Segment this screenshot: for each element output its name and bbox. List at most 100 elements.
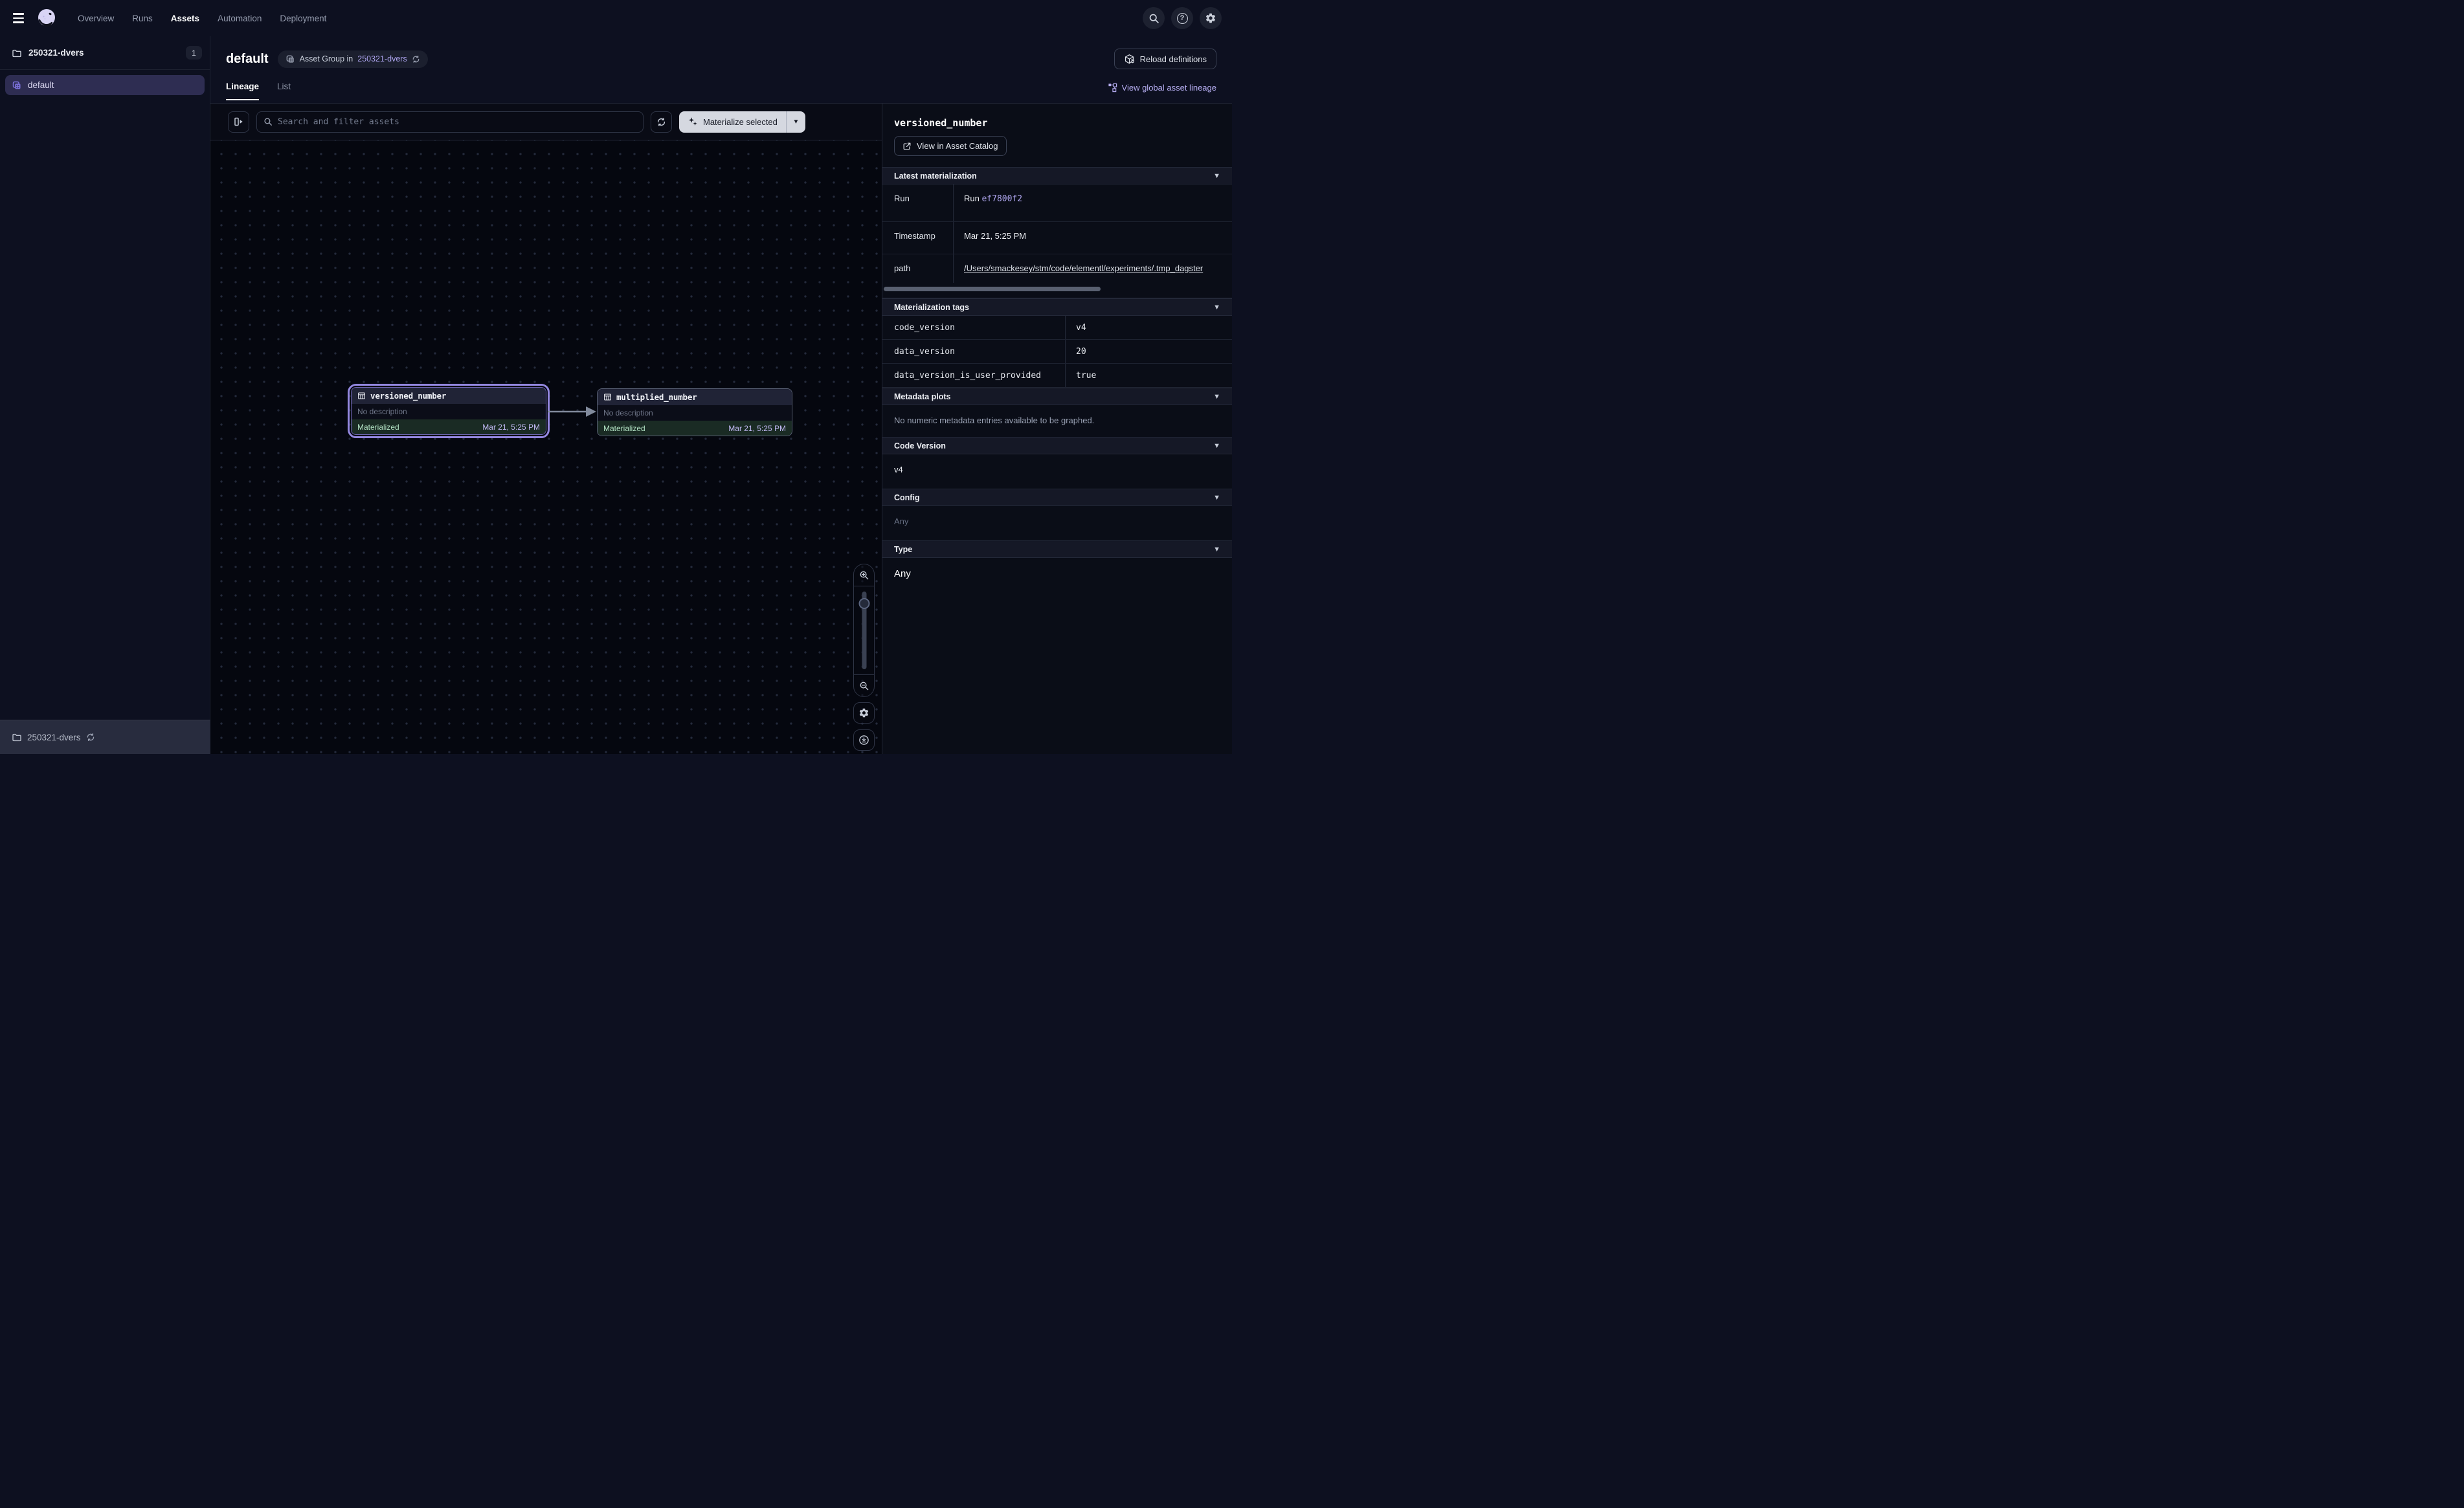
sidebar-group-row[interactable]: 250321-dvers 1 [0, 36, 210, 70]
asset-search [256, 111, 644, 133]
tab-list[interactable]: List [277, 82, 291, 100]
code-location-name: 250321-dvers [27, 733, 81, 742]
materialized-time: Mar 21, 5:25 PM [728, 424, 786, 433]
latest-materialization-table: Run Run ef7800f2 Timestamp Mar 21, 5:25 … [882, 184, 1232, 283]
materialized-status: Materialized [357, 423, 399, 432]
table-row: data_version 20 [882, 340, 1232, 364]
open-panel-icon[interactable] [228, 111, 249, 133]
nav-item-runs[interactable]: Runs [132, 14, 153, 23]
main-nav: Overview Runs Assets Automation Deployme… [78, 14, 326, 23]
section-materialization-tags[interactable]: Materialization tags ▼ [882, 298, 1232, 316]
type-value: Any [882, 558, 1232, 595]
zoom-slider[interactable] [854, 586, 874, 674]
materialized-status: Materialized [603, 424, 645, 433]
refresh-icon[interactable] [651, 111, 672, 133]
external-link-icon [902, 142, 912, 151]
sync-icon[interactable] [412, 55, 420, 63]
run-id-link[interactable]: ef7800f2 [981, 194, 1022, 204]
nav-item-deployment[interactable]: Deployment [280, 14, 326, 23]
badge-location-link[interactable]: 250321-dvers [357, 54, 407, 63]
chevron-down-icon: ▼ [1213, 546, 1220, 553]
sparkles-icon [688, 116, 698, 127]
table-row: path /Users/smackesey/stm/code/elementl/… [882, 254, 1232, 283]
folder-icon [12, 48, 22, 58]
search-input[interactable] [278, 117, 636, 127]
zoom-in-icon[interactable] [854, 564, 874, 586]
panel-asset-title: versioned_number [894, 117, 1220, 129]
materialization-tags-table: code_version v4 data_version 20 data_ver… [882, 316, 1232, 388]
reload-definitions-button[interactable]: Reload definitions [1114, 49, 1216, 69]
folder-icon [12, 732, 22, 742]
metadata-plots-empty-message: No numeric metadata entries available to… [882, 405, 1232, 437]
reload-location-icon[interactable] [86, 733, 95, 742]
code-location-footer[interactable]: 250321-dvers [0, 720, 210, 754]
sidebar-item-label: default [28, 80, 54, 90]
view-in-asset-catalog-button[interactable]: View in Asset Catalog [894, 136, 1007, 156]
help-icon[interactable]: ? [1171, 7, 1193, 29]
section-latest-materialization[interactable]: Latest materialization ▼ [882, 167, 1232, 184]
chevron-down-icon: ▼ [1213, 393, 1220, 401]
table-row: Timestamp Mar 21, 5:25 PM [882, 222, 1232, 254]
gear-icon[interactable] [1200, 7, 1222, 29]
asset-description: No description [598, 405, 792, 421]
chevron-down-icon: ▼ [1213, 304, 1220, 311]
asset-group-badge: Asset Group in 250321-dvers [278, 50, 428, 68]
asset-groups-sidebar: 250321-dvers 1 default [0, 36, 210, 720]
materialize-dropdown-caret[interactable]: ▼ [786, 111, 805, 133]
table-icon [357, 392, 366, 400]
group-count-badge: 1 [186, 46, 202, 60]
code-version-value: v4 [882, 454, 1232, 489]
badge-text: Asset Group in [300, 54, 353, 63]
table-row: code_version v4 [882, 316, 1232, 340]
scrollbar-thumb[interactable] [884, 287, 1101, 291]
download-graph-icon[interactable] [853, 729, 875, 751]
zoom-out-icon[interactable] [854, 674, 874, 696]
materialized-time: Mar 21, 5:25 PM [482, 423, 540, 432]
lineage-toolbar: Materialize selected ▼ [210, 104, 882, 140]
view-tabs: Lineage List View global asset lineage [210, 82, 1232, 104]
sidebar-item-default[interactable]: default [5, 75, 205, 95]
section-code-version[interactable]: Code Version ▼ [882, 437, 1232, 454]
config-value: Any [882, 506, 1232, 540]
section-metadata-plots[interactable]: Metadata plots ▼ [882, 388, 1232, 405]
page-header: default Asset Group in 250321-dvers [210, 36, 1232, 82]
asset-group-icon [286, 54, 295, 64]
tab-lineage[interactable]: Lineage [226, 82, 259, 100]
search-icon [263, 117, 273, 126]
asset-description: No description [352, 404, 546, 419]
section-type[interactable]: Type ▼ [882, 540, 1232, 558]
zoom-slider-thumb[interactable] [858, 598, 869, 609]
path-link[interactable]: /Users/smackesey/stm/code/elementl/exper… [964, 263, 1203, 273]
table-icon [603, 393, 612, 401]
menu-icon[interactable] [5, 5, 31, 31]
materialize-selected-button[interactable]: Materialize selected ▼ [679, 111, 805, 133]
asset-node-versioned-number[interactable]: versioned_number No description Material… [351, 387, 546, 435]
dagster-logo[interactable] [34, 5, 60, 31]
asset-name: multiplied_number [616, 392, 697, 402]
graph-settings-icon[interactable] [853, 702, 875, 724]
sidebar-group-name: 250321-dvers [28, 48, 84, 58]
nav-item-overview[interactable]: Overview [78, 14, 114, 23]
asset-group-icon [12, 80, 22, 91]
chevron-down-icon: ▼ [1213, 442, 1220, 450]
zoom-controls [853, 564, 875, 697]
cube-reload-icon [1124, 54, 1135, 65]
search-icon[interactable] [1143, 7, 1165, 29]
nav-item-assets[interactable]: Assets [171, 14, 199, 23]
table-row: data_version_is_user_provided true [882, 364, 1232, 388]
asset-detail-panel: versioned_number View in Asset Catalog L… [882, 104, 1232, 754]
view-global-lineage-link[interactable]: View global asset lineage [1108, 83, 1216, 93]
lineage-graph-icon [1108, 83, 1117, 93]
chevron-down-icon: ▼ [1213, 172, 1220, 180]
section-config[interactable]: Config ▼ [882, 489, 1232, 506]
top-nav: Overview Runs Assets Automation Deployme… [0, 0, 1232, 36]
chevron-down-icon: ▼ [1213, 494, 1220, 502]
page-title: default [226, 52, 269, 67]
nav-item-automation[interactable]: Automation [218, 14, 262, 23]
asset-node-multiplied-number[interactable]: multiplied_number No description Materia… [597, 388, 792, 436]
horizontal-scrollbar [882, 283, 1232, 298]
lineage-edge-arrow [547, 402, 599, 421]
asset-name: versioned_number [370, 391, 446, 401]
lineage-canvas[interactable]: versioned_number No description Material… [210, 140, 882, 754]
table-row: Run Run ef7800f2 [882, 184, 1232, 222]
